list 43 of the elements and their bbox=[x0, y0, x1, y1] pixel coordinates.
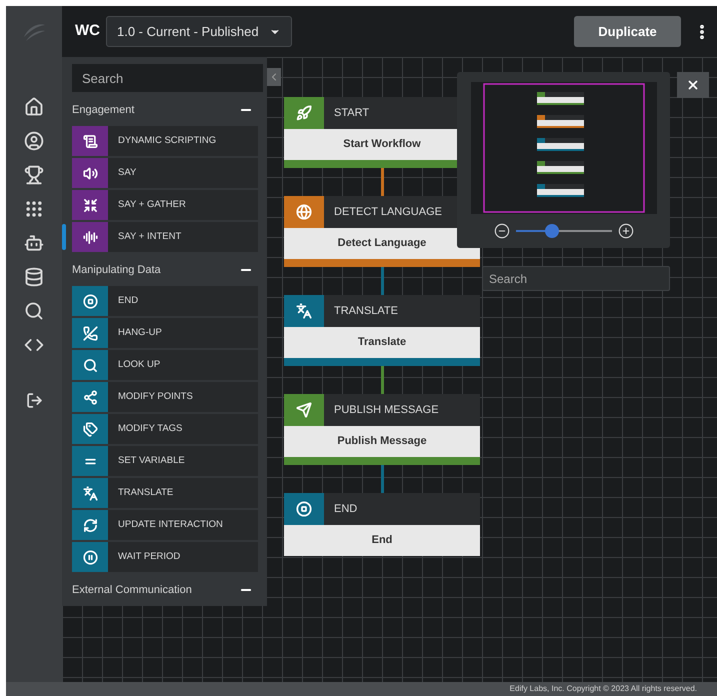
palette-item[interactable]: SAY + GATHER bbox=[108, 190, 258, 220]
zoom-slider[interactable] bbox=[516, 224, 612, 238]
palette-item[interactable]: END bbox=[108, 286, 258, 316]
section-title: Manipulating Data bbox=[72, 262, 162, 278]
logout-icon[interactable] bbox=[26, 392, 42, 409]
palette-item[interactable]: MODIFY TAGS bbox=[108, 414, 258, 444]
palette-item[interactable]: DYNAMIC SCRIPTING bbox=[108, 126, 258, 156]
zoom-in-icon[interactable] bbox=[618, 223, 634, 239]
node-label: End bbox=[284, 525, 480, 556]
logo-icon bbox=[21, 22, 47, 44]
node-type: START bbox=[333, 106, 370, 121]
palette-item[interactable]: SAY + INTENT bbox=[108, 222, 258, 252]
close-button[interactable] bbox=[677, 72, 709, 98]
version-dropdown[interactable]: 1.0 - Current - Published bbox=[106, 16, 292, 47]
palette-item[interactable]: UPDATE INTERACTION bbox=[108, 510, 258, 540]
palette-item[interactable]: SAY bbox=[108, 158, 258, 188]
workflow-title: WC bbox=[75, 21, 100, 42]
workflow-node[interactable]: PUBLISH MESSAGE Publish Message bbox=[284, 394, 480, 465]
node-label: Publish Message bbox=[284, 426, 480, 457]
copyright-text: Edify Labs, Inc. Copyright © 2023 All rights reserved. bbox=[510, 683, 697, 695]
palette-item[interactable]: TRANSLATE bbox=[108, 478, 258, 508]
node-label: Translate bbox=[284, 327, 480, 358]
node-type: END bbox=[333, 502, 358, 517]
palette-item[interactable]: MODIFY POINTS bbox=[108, 382, 258, 412]
palette-item[interactable]: LOOK UP bbox=[108, 350, 258, 380]
close-icon bbox=[686, 78, 700, 92]
workflow-node[interactable]: TRANSLATE Translate bbox=[284, 295, 480, 366]
search-field[interactable]: Search bbox=[482, 266, 670, 291]
duplicate-button[interactable]: Duplicate bbox=[574, 16, 681, 47]
section-title: Engagement bbox=[72, 102, 136, 118]
slider-thumb[interactable] bbox=[544, 224, 559, 238]
workflow-node[interactable]: DETECT LANGUAGE Detect Language bbox=[284, 196, 480, 267]
search-field[interactable]: Search bbox=[72, 64, 263, 92]
zoom-out-icon[interactable] bbox=[494, 223, 510, 239]
section-title: External Communication bbox=[72, 582, 193, 598]
node-type: PUBLISH MESSAGE bbox=[333, 402, 439, 418]
workflow-node[interactable]: END End bbox=[284, 493, 480, 556]
node-label: Detect Language bbox=[284, 228, 480, 259]
palette-item[interactable]: HANG-UP bbox=[108, 318, 258, 348]
node-type: TRANSLATE bbox=[333, 304, 398, 319]
node-type: DETECT LANGUAGE bbox=[333, 204, 442, 220]
palette-item[interactable]: SET VARIABLE bbox=[108, 446, 258, 476]
palette-item[interactable]: WAIT PERIOD bbox=[108, 542, 258, 572]
